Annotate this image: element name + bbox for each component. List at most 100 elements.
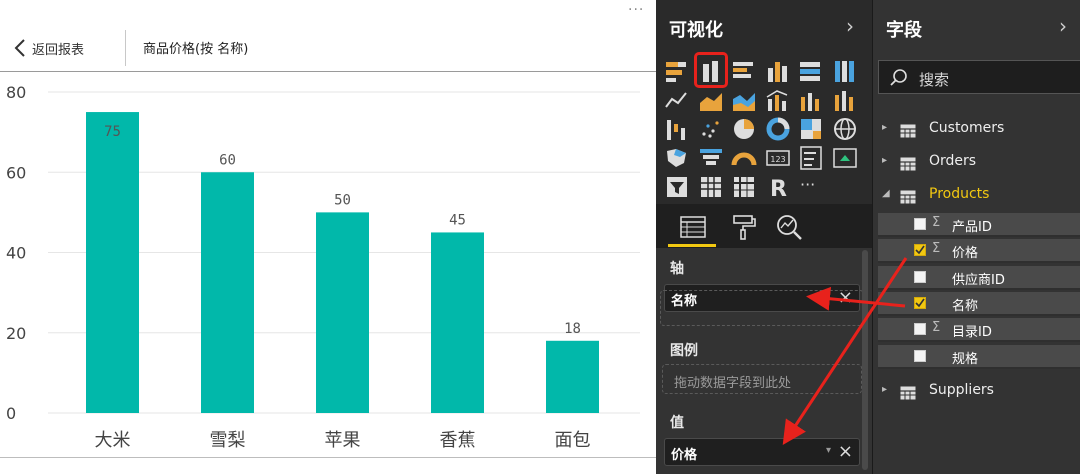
legend-well-dropzone[interactable]: 拖动数据字段到此处 [662, 364, 862, 394]
wells-scrollbar[interactable] [862, 250, 868, 470]
table-name: Products [929, 186, 990, 202]
legend-well-title: 图例 [670, 343, 698, 359]
field-row[interactable]: Σ 价格 [878, 239, 1080, 264]
active-tab-indicator [668, 244, 716, 247]
field-row[interactable]: 规格 [878, 344, 1080, 369]
clustered-bar-icon[interactable] [731, 58, 757, 84]
search-placeholder: 搜索 [919, 71, 950, 89]
data-label: 50 [334, 192, 351, 208]
field-name: 产品ID [952, 220, 992, 235]
y-tick-label: 20 [6, 324, 26, 343]
table-row-customers[interactable]: ▸ Customers [873, 117, 1080, 143]
remove-value-field-icon[interactable]: × [838, 441, 853, 462]
filled-map-icon[interactable] [664, 145, 690, 171]
table-row-orders[interactable]: ▸ Orders [873, 150, 1080, 176]
waterfall-icon[interactable] [664, 116, 690, 142]
table-icon [900, 385, 916, 404]
table-icon [900, 123, 916, 142]
map-icon[interactable] [832, 116, 858, 142]
stacked-area-icon[interactable] [731, 87, 757, 113]
fields-pane: 字段 › 搜索 ▸ Customers ▸ Orders ◢ Products Σ 产品ID Σ… [872, 0, 1080, 474]
x-tick-label: 香蕉 [440, 430, 476, 451]
line-clustered-icon[interactable] [798, 87, 824, 113]
field-checkbox[interactable] [914, 244, 926, 257]
table-icon[interactable] [698, 174, 724, 200]
gauge-icon[interactable] [731, 145, 757, 171]
back-label: 返回报表 [32, 42, 85, 58]
100-column-icon[interactable] [832, 58, 858, 84]
y-tick-label: 0 [6, 404, 16, 423]
header-divider [125, 30, 126, 66]
field-row[interactable]: Σ 产品ID [878, 213, 1080, 237]
sigma-icon: Σ [932, 320, 941, 336]
collapsed-arrow-icon[interactable]: ▸ [882, 384, 887, 395]
scatter-icon[interactable] [698, 116, 724, 142]
treemap-icon[interactable] [798, 116, 824, 142]
data-label: 60 [219, 152, 236, 168]
back-to-report-button[interactable]: 返回报表 [14, 34, 84, 62]
fields-search-input[interactable]: 搜索 [878, 60, 1080, 94]
legend-well-placeholder: 拖动数据字段到此处 [674, 376, 792, 391]
bar-series[interactable] [86, 112, 599, 413]
x-tick-label: 大米 [95, 430, 131, 451]
bar[interactable] [316, 212, 369, 413]
field-checkbox[interactable] [914, 349, 926, 362]
line-column-icon[interactable] [765, 87, 791, 113]
r-visual-icon[interactable]: R [765, 174, 791, 200]
matrix-icon[interactable] [731, 174, 757, 200]
table-row-suppliers[interactable]: ▸ Suppliers [873, 379, 1080, 405]
x-axis: 大米 雪梨 苹果 香蕉 面包 [95, 430, 591, 451]
collapse-fields-chevron-icon[interactable]: › [1059, 14, 1067, 38]
bar-chart[interactable]: 0 20 40 60 80 75 60 50 45 18 大米 雪梨 苹果 香蕉 面包 [0, 72, 656, 457]
footer-rule [0, 457, 656, 458]
area-icon[interactable] [698, 87, 724, 113]
ribbon-icon[interactable] [832, 87, 858, 113]
visualizations-pane: 可视化 › 123 R ··· 轴 名称 × 图例 拖动数据字段到此处 值 价格… [656, 0, 872, 474]
bar[interactable] [546, 340, 599, 413]
collapse-visualizations-chevron-icon[interactable]: › [846, 14, 854, 38]
100-bar-icon[interactable] [798, 58, 824, 84]
collapsed-arrow-icon[interactable]: ▸ [882, 122, 887, 133]
bar[interactable] [431, 232, 484, 413]
value-well-title: 值 [670, 415, 684, 431]
pie-icon[interactable] [731, 116, 757, 142]
sigma-icon: Σ [932, 241, 941, 257]
stacked-column-icon[interactable] [765, 58, 791, 84]
multirow-card-icon[interactable] [798, 145, 824, 171]
field-checkbox[interactable] [914, 218, 926, 230]
bar[interactable] [201, 172, 254, 413]
expanded-arrow-icon[interactable]: ◢ [882, 188, 890, 199]
table-row-products[interactable]: ◢ Products [873, 183, 1080, 209]
donut-icon[interactable] [765, 116, 791, 142]
kpi-icon[interactable] [832, 145, 858, 171]
data-label: 45 [449, 212, 466, 228]
line-icon[interactable] [664, 87, 690, 113]
bar[interactable] [86, 112, 139, 413]
field-checkbox[interactable] [914, 323, 926, 336]
more-options-icon[interactable]: ··· [628, 2, 644, 18]
pane-tabs [656, 204, 872, 248]
field-checkbox[interactable] [914, 296, 926, 309]
slicer-icon[interactable] [664, 174, 690, 200]
more-icon[interactable]: ··· [798, 174, 824, 200]
format-paint-roller-icon[interactable] [728, 212, 758, 242]
collapsed-arrow-icon[interactable]: ▸ [882, 155, 887, 166]
stacked-bar-icon[interactable] [664, 58, 690, 84]
field-checkbox[interactable] [914, 270, 926, 283]
y-tick-label: 60 [6, 163, 26, 182]
card-icon[interactable]: 123 [765, 145, 791, 171]
field-name: 名称 [952, 298, 979, 314]
field-row[interactable]: 名称 [878, 291, 1080, 316]
value-well-field[interactable]: 价格 ▾ × [664, 438, 860, 466]
y-tick-label: 40 [6, 244, 26, 263]
funnel-icon[interactable] [698, 145, 724, 171]
visualizations-header: 可视化 › [656, 0, 872, 56]
x-tick-label: 面包 [555, 430, 591, 451]
fields-tab-icon[interactable] [678, 212, 708, 242]
chevron-left-icon [14, 38, 26, 58]
value-field-label: 价格 [671, 448, 698, 463]
field-row[interactable]: 供应商ID [878, 265, 1080, 290]
field-row[interactable]: Σ 目录ID [878, 318, 1080, 343]
value-field-dropdown-icon[interactable]: ▾ [826, 445, 831, 456]
analytics-magnifier-icon[interactable] [774, 212, 804, 242]
